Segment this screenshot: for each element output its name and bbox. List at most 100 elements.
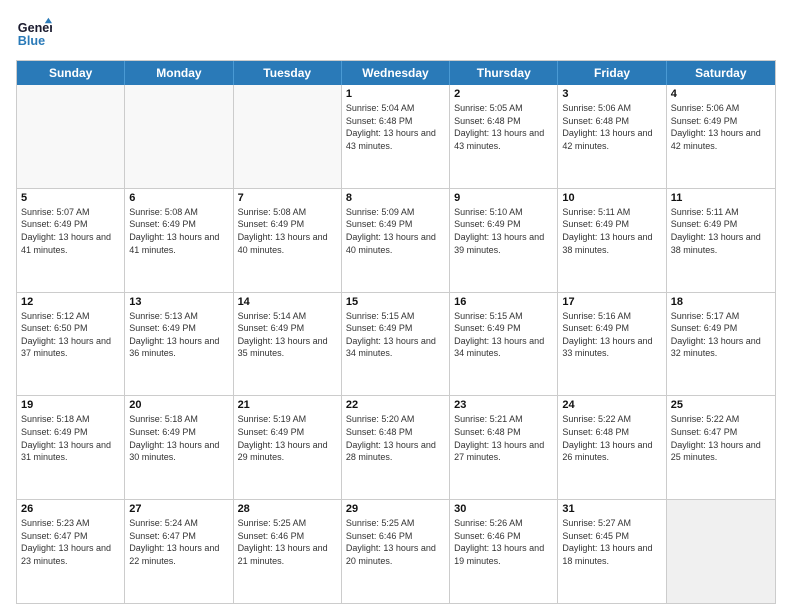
calendar-cell: [17, 85, 125, 188]
day-info: Sunrise: 5:22 AMSunset: 6:48 PMDaylight:…: [562, 413, 661, 463]
day-number: 14: [238, 296, 337, 308]
page-header: General Blue: [16, 16, 776, 52]
day-info: Sunrise: 5:18 AMSunset: 6:49 PMDaylight:…: [21, 413, 120, 463]
day-number: 22: [346, 399, 445, 411]
day-info: Sunrise: 5:27 AMSunset: 6:45 PMDaylight:…: [562, 517, 661, 567]
day-number: 10: [562, 192, 661, 204]
calendar-cell: 14 Sunrise: 5:14 AMSunset: 6:49 PMDayligh…: [234, 293, 342, 396]
day-number: 12: [21, 296, 120, 308]
day-info: Sunrise: 5:16 AMSunset: 6:49 PMDaylight:…: [562, 310, 661, 360]
day-number: 7: [238, 192, 337, 204]
day-info: Sunrise: 5:06 AMSunset: 6:48 PMDaylight:…: [562, 102, 661, 152]
calendar-row: 12 Sunrise: 5:12 AMSunset: 6:50 PMDayligh…: [17, 292, 775, 396]
calendar-cell: 27Sunrise: 5:24 AMSunset: 6:47 PMDayligh…: [125, 500, 233, 603]
day-number: 20: [129, 399, 228, 411]
day-number: 28: [238, 503, 337, 515]
calendar-body: 1 Sunrise: 5:04 AMSunset: 6:48 PMDaylight…: [17, 85, 775, 603]
calendar-cell: 8 Sunrise: 5:09 AMSunset: 6:49 PMDaylight…: [342, 189, 450, 292]
day-info: Sunrise: 5:21 AMSunset: 6:48 PMDaylight:…: [454, 413, 553, 463]
day-info: Sunrise: 5:18 AMSunset: 6:49 PMDaylight:…: [129, 413, 228, 463]
calendar-cell: 3 Sunrise: 5:06 AMSunset: 6:48 PMDaylight…: [558, 85, 666, 188]
calendar-cell: 26 Sunrise: 5:23 AMSunset: 6:47 PMDayligh…: [17, 500, 125, 603]
day-info: Sunrise: 5:04 AMSunset: 6:48 PMDaylight:…: [346, 102, 445, 152]
calendar-cell: [125, 85, 233, 188]
calendar-cell: 21 Sunrise: 5:19 AMSunset: 6:49 PMDayligh…: [234, 396, 342, 499]
day-info: Sunrise: 5:07 AMSunset: 6:49 PMDaylight:…: [21, 206, 120, 256]
day-header-saturday: Saturday: [667, 61, 775, 85]
day-number: 17: [562, 296, 661, 308]
day-number: 2: [454, 88, 553, 100]
calendar: SundayMondayTuesdayWednesdayThursdayFrid…: [16, 60, 776, 604]
day-number: 8: [346, 192, 445, 204]
calendar-cell: 23 Sunrise: 5:21 AMSunset: 6:48 PMDayligh…: [450, 396, 558, 499]
day-number: 15: [346, 296, 445, 308]
day-header-monday: Monday: [125, 61, 233, 85]
day-number: 3: [562, 88, 661, 100]
day-number: 18: [671, 296, 771, 308]
day-header-thursday: Thursday: [450, 61, 558, 85]
calendar-cell: 29Sunrise: 5:25 AMSunset: 6:46 PMDayligh…: [342, 500, 450, 603]
calendar-cell: [234, 85, 342, 188]
day-info: Sunrise: 5:10 AMSunset: 6:49 PMDaylight:…: [454, 206, 553, 256]
day-info: Sunrise: 5:12 AMSunset: 6:50 PMDaylight:…: [21, 310, 120, 360]
calendar-cell: 22 Sunrise: 5:20 AMSunset: 6:48 PMDayligh…: [342, 396, 450, 499]
calendar-cell: 16 Sunrise: 5:15 AMSunset: 6:49 PMDayligh…: [450, 293, 558, 396]
day-number: 19: [21, 399, 120, 411]
logo-icon: General Blue: [16, 16, 52, 52]
day-info: Sunrise: 5:06 AMSunset: 6:49 PMDaylight:…: [671, 102, 771, 152]
day-header-tuesday: Tuesday: [234, 61, 342, 85]
day-info: Sunrise: 5:22 AMSunset: 6:47 PMDaylight:…: [671, 413, 771, 463]
day-number: 29: [346, 503, 445, 515]
calendar-cell: 31 Sunrise: 5:27 AMSunset: 6:45 PMDayligh…: [558, 500, 666, 603]
day-info: Sunrise: 5:19 AMSunset: 6:49 PMDaylight:…: [238, 413, 337, 463]
day-number: 21: [238, 399, 337, 411]
day-number: 26: [21, 503, 120, 515]
calendar-cell: 18Sunrise: 5:17 AMSunset: 6:49 PMDayligh…: [667, 293, 775, 396]
calendar-cell: 24Sunrise: 5:22 AMSunset: 6:48 PMDayligh…: [558, 396, 666, 499]
day-info: Sunrise: 5:15 AMSunset: 6:49 PMDaylight:…: [346, 310, 445, 360]
day-info: Sunrise: 5:11 AMSunset: 6:49 PMDaylight:…: [562, 206, 661, 256]
day-header-wednesday: Wednesday: [342, 61, 450, 85]
calendar-cell: 30Sunrise: 5:26 AMSunset: 6:46 PMDayligh…: [450, 500, 558, 603]
day-info: Sunrise: 5:13 AMSunset: 6:49 PMDaylight:…: [129, 310, 228, 360]
calendar-cell: 9Sunrise: 5:10 AMSunset: 6:49 PMDaylight…: [450, 189, 558, 292]
day-number: 5: [21, 192, 120, 204]
day-info: Sunrise: 5:11 AMSunset: 6:49 PMDaylight:…: [671, 206, 771, 256]
calendar-cell: 2 Sunrise: 5:05 AMSunset: 6:48 PMDaylight…: [450, 85, 558, 188]
day-number: 16: [454, 296, 553, 308]
calendar-cell: 4Sunrise: 5:06 AMSunset: 6:49 PMDaylight…: [667, 85, 775, 188]
calendar-header: SundayMondayTuesdayWednesdayThursdayFrid…: [17, 61, 775, 85]
calendar-cell: 15 Sunrise: 5:15 AMSunset: 6:49 PMDayligh…: [342, 293, 450, 396]
day-info: Sunrise: 5:09 AMSunset: 6:49 PMDaylight:…: [346, 206, 445, 256]
svg-text:Blue: Blue: [18, 34, 45, 48]
day-number: 1: [346, 88, 445, 100]
calendar-cell: 12 Sunrise: 5:12 AMSunset: 6:50 PMDayligh…: [17, 293, 125, 396]
calendar-row: 1 Sunrise: 5:04 AMSunset: 6:48 PMDaylight…: [17, 85, 775, 188]
calendar-cell: 6Sunrise: 5:08 AMSunset: 6:49 PMDaylight…: [125, 189, 233, 292]
day-info: Sunrise: 5:26 AMSunset: 6:46 PMDaylight:…: [454, 517, 553, 567]
calendar-row: 26 Sunrise: 5:23 AMSunset: 6:47 PMDayligh…: [17, 499, 775, 603]
day-number: 23: [454, 399, 553, 411]
day-number: 31: [562, 503, 661, 515]
calendar-cell: 7 Sunrise: 5:08 AMSunset: 6:49 PMDaylight…: [234, 189, 342, 292]
day-number: 13: [129, 296, 228, 308]
calendar-cell: 25 Sunrise: 5:22 AMSunset: 6:47 PMDayligh…: [667, 396, 775, 499]
day-info: Sunrise: 5:14 AMSunset: 6:49 PMDaylight:…: [238, 310, 337, 360]
calendar-cell: 17 Sunrise: 5:16 AMSunset: 6:49 PMDayligh…: [558, 293, 666, 396]
day-number: 11: [671, 192, 771, 204]
calendar-cell: 19 Sunrise: 5:18 AMSunset: 6:49 PMDayligh…: [17, 396, 125, 499]
day-info: Sunrise: 5:05 AMSunset: 6:48 PMDaylight:…: [454, 102, 553, 152]
calendar-cell: 5 Sunrise: 5:07 AMSunset: 6:49 PMDaylight…: [17, 189, 125, 292]
day-number: 25: [671, 399, 771, 411]
calendar-cell: 20 Sunrise: 5:18 AMSunset: 6:49 PMDayligh…: [125, 396, 233, 499]
day-info: Sunrise: 5:08 AMSunset: 6:49 PMDaylight:…: [129, 206, 228, 256]
day-info: Sunrise: 5:24 AMSunset: 6:47 PMDaylight:…: [129, 517, 228, 567]
day-info: Sunrise: 5:15 AMSunset: 6:49 PMDaylight:…: [454, 310, 553, 360]
calendar-cell: 1 Sunrise: 5:04 AMSunset: 6:48 PMDaylight…: [342, 85, 450, 188]
calendar-row: 19 Sunrise: 5:18 AMSunset: 6:49 PMDayligh…: [17, 395, 775, 499]
day-info: Sunrise: 5:20 AMSunset: 6:48 PMDaylight:…: [346, 413, 445, 463]
day-info: Sunrise: 5:25 AMSunset: 6:46 PMDaylight:…: [238, 517, 337, 567]
day-info: Sunrise: 5:23 AMSunset: 6:47 PMDaylight:…: [21, 517, 120, 567]
calendar-cell: [667, 500, 775, 603]
day-info: Sunrise: 5:08 AMSunset: 6:49 PMDaylight:…: [238, 206, 337, 256]
